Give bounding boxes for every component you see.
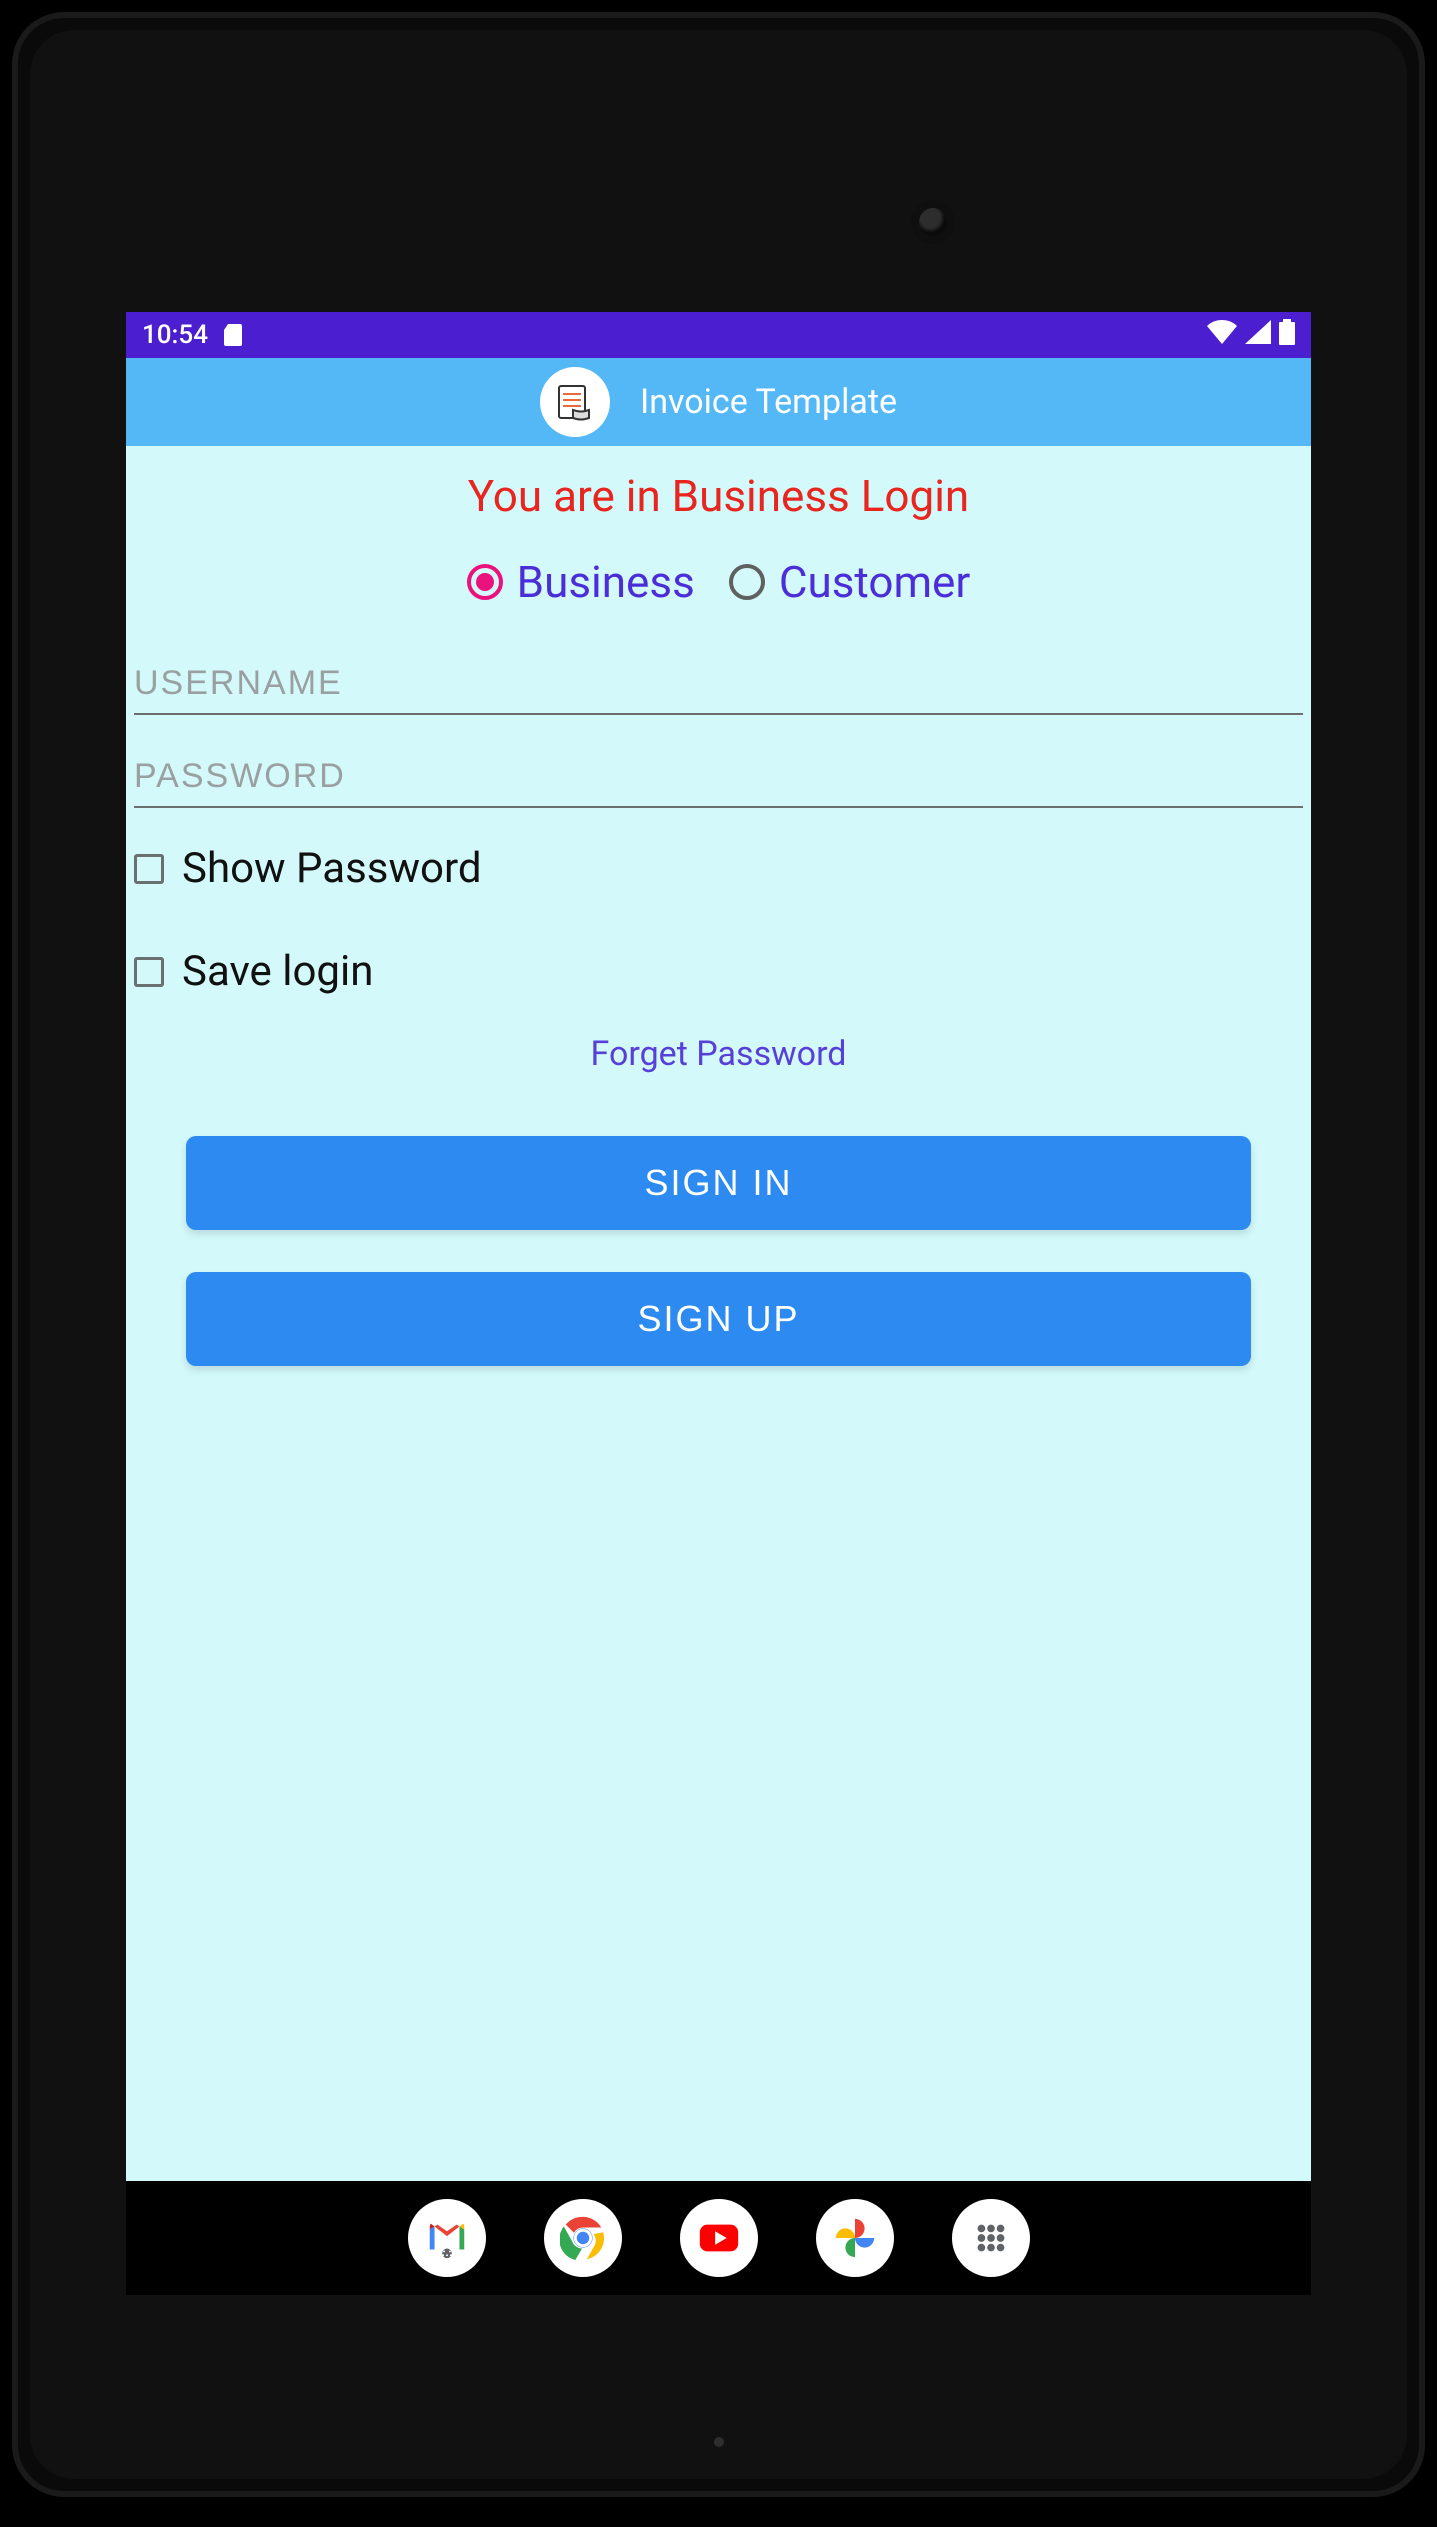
username-field-wrapper xyxy=(134,658,1303,715)
status-right xyxy=(1207,319,1295,352)
username-input[interactable] xyxy=(134,658,1303,715)
home-indicator-dot xyxy=(714,2437,724,2447)
photos-icon[interactable] xyxy=(816,2199,894,2277)
forget-password-link[interactable]: Forget Password xyxy=(126,1034,1311,1074)
battery-icon xyxy=(1279,319,1295,352)
system-nav-bar xyxy=(126,2181,1311,2295)
password-input[interactable] xyxy=(134,751,1303,808)
app-logo-icon xyxy=(540,367,610,437)
app-title: Invoice Template xyxy=(640,382,897,422)
login-screen: You are in Business Login Business Custo… xyxy=(126,446,1311,2181)
status-bar: 10:54 xyxy=(126,312,1311,358)
status-time: 10:54 xyxy=(142,320,208,350)
sign-in-button[interactable]: SIGN IN xyxy=(186,1136,1251,1230)
wifi-icon xyxy=(1207,320,1237,351)
signal-icon xyxy=(1245,320,1271,351)
device-frame: 10:54 xyxy=(0,0,1437,2527)
sign-up-button[interactable]: SIGN UP xyxy=(186,1272,1251,1366)
login-heading: You are in Business Login xyxy=(126,470,1311,522)
youtube-icon[interactable] xyxy=(680,2199,758,2277)
show-password-checkbox[interactable] xyxy=(134,854,164,884)
status-left: 10:54 xyxy=(142,320,242,350)
front-camera xyxy=(919,208,947,236)
save-login-label: Save login xyxy=(182,947,373,996)
radio-business[interactable] xyxy=(467,564,503,600)
screen: 10:54 xyxy=(126,312,1311,2295)
radio-customer[interactable] xyxy=(729,564,765,600)
chrome-icon[interactable] xyxy=(544,2199,622,2277)
password-field-wrapper xyxy=(134,751,1303,808)
app-bar: Invoice Template xyxy=(126,358,1311,446)
gmail-icon[interactable] xyxy=(408,2199,486,2277)
login-type-radio-group: Business Customer xyxy=(126,556,1311,608)
show-password-label: Show Password xyxy=(182,844,482,893)
save-login-checkbox[interactable] xyxy=(134,957,164,987)
radio-business-label: Business xyxy=(517,556,695,608)
radio-customer-label: Customer xyxy=(779,556,971,608)
tablet-bezel-outer: 10:54 xyxy=(12,12,1425,2497)
show-password-row: Show Password xyxy=(134,844,1303,893)
save-login-row: Save login xyxy=(134,947,1303,996)
app-drawer-icon[interactable] xyxy=(952,2199,1030,2277)
sd-card-icon xyxy=(224,324,242,346)
